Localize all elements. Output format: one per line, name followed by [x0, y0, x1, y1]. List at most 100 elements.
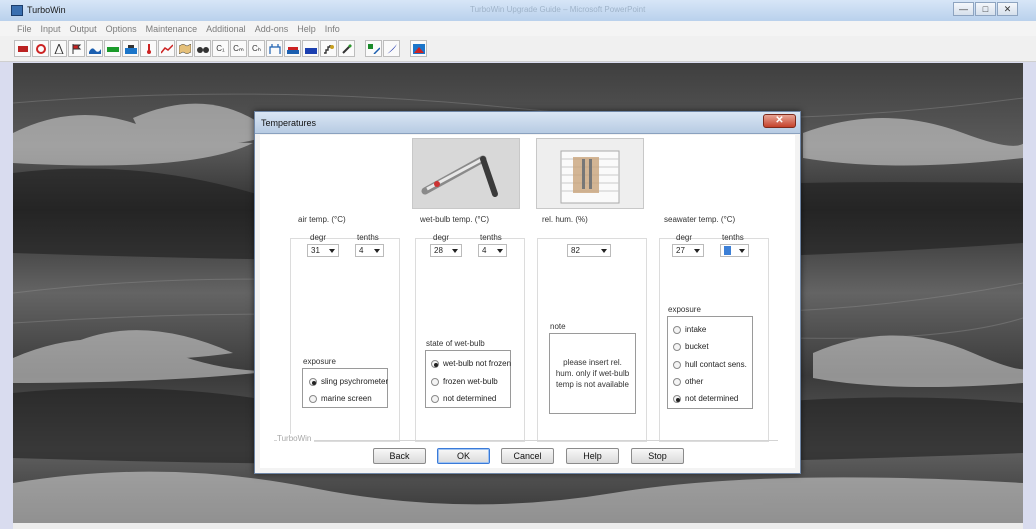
seawater-exposure-title: exposure [668, 305, 701, 314]
toolbar-ch-button[interactable]: Cₕ [248, 40, 265, 57]
group-label: TurboWin [277, 434, 315, 443]
toolbar-pen-button[interactable] [338, 40, 355, 57]
close-window-button[interactable]: ✕ [997, 2, 1018, 16]
toolbar: C₁ Cₘ Cₕ [0, 36, 1036, 62]
air-exposure-title: exposure [303, 357, 336, 366]
air-tenths-select[interactable]: 4 [355, 244, 384, 257]
radio-dot-icon [673, 325, 681, 334]
toolbar-wave-button[interactable] [86, 40, 103, 57]
toolbar-chart-button[interactable] [158, 40, 175, 57]
wetbulb-degr-select[interactable]: 28 [430, 244, 462, 257]
radio-dot-icon [673, 377, 681, 386]
chevron-down-icon [329, 249, 335, 253]
toolbar-binoculars-button[interactable] [194, 40, 211, 57]
chevron-down-icon [694, 249, 700, 253]
menu-item-add-ons[interactable]: Add-ons [255, 24, 289, 34]
dialog-titlebar: Temperatures ✕ [255, 112, 800, 134]
menu-item-additional[interactable]: Additional [206, 24, 246, 34]
radio-seawater-not-determined[interactable]: not determined [673, 394, 738, 403]
menu-item-info[interactable]: Info [325, 24, 340, 34]
chevron-down-icon [739, 249, 745, 253]
radio-dot-icon [431, 377, 439, 386]
toolbar-lifebuoy-button[interactable] [32, 40, 49, 57]
group-separator [274, 440, 778, 441]
help-button[interactable]: Help [566, 448, 619, 464]
radio-sling-psychrometer[interactable]: sling psychrometer [309, 377, 388, 386]
radio-dot-icon [431, 359, 439, 368]
radio-other[interactable]: other [673, 377, 703, 386]
radio-hull-contact-sensor[interactable]: hull contact sens. [673, 360, 747, 369]
toolbar-flow-button[interactable] [284, 40, 301, 57]
toolbar-flag-button[interactable] [68, 40, 85, 57]
air-tenths-label: tenths [357, 233, 379, 242]
radio-dot-icon [673, 394, 681, 403]
toolbar-send-button[interactable] [410, 40, 427, 57]
stop-button[interactable]: Stop [631, 448, 684, 464]
toolbar-plot-button[interactable] [365, 40, 382, 57]
turbowin-app-icon [11, 5, 23, 16]
radio-dot-icon [309, 377, 317, 386]
relhum-select[interactable]: 82 [567, 244, 611, 257]
radio-dot-icon [309, 394, 317, 403]
back-button[interactable]: Back [373, 448, 426, 464]
temperatures-dialog: Temperatures ✕ air temp. (°C) degr tenth… [254, 111, 801, 474]
toolbar-blue-bar-button[interactable] [302, 40, 319, 57]
note-text: please insert rel. hum. only if wet-bulb… [549, 333, 636, 414]
note-title: note [550, 322, 566, 331]
air-degr-label: degr [310, 233, 327, 242]
air-temp-section [290, 238, 400, 442]
menu-item-help[interactable]: Help [297, 24, 316, 34]
background-window-title: TurboWin Upgrade Guide – Microsoft Power… [470, 5, 646, 14]
wetbulb-degr-label: degr [433, 233, 450, 242]
wetbulb-tenths-select[interactable]: 4 [478, 244, 507, 257]
air-degr-select[interactable]: 31 [307, 244, 339, 257]
seawater-temp-title: seawater temp. (°C) [664, 215, 736, 224]
app-title: TurboWin [27, 5, 66, 15]
seawater-tenths-selection [724, 246, 731, 255]
menu-item-maintenance[interactable]: Maintenance [146, 24, 198, 34]
toolbar-compass-button[interactable] [50, 40, 67, 57]
seawater-degr-label: degr [676, 233, 693, 242]
dialog-title: Temperatures [261, 118, 317, 128]
toolbar-thermometer-button[interactable] [140, 40, 157, 57]
radio-dot-icon [673, 360, 681, 369]
dialog-content: air temp. (°C) degr tenths 31 4 exposure… [260, 135, 795, 468]
toolbar-sea-button[interactable] [122, 40, 139, 57]
chevron-down-icon [374, 249, 380, 253]
toolbar-signal-button[interactable] [320, 40, 337, 57]
ok-button[interactable]: OK [437, 448, 490, 464]
marine-screen-photo [536, 138, 644, 209]
sling-psychrometer-photo [412, 138, 520, 209]
toolbar-green-bar-button[interactable] [104, 40, 121, 57]
seawater-degr-select[interactable]: 27 [672, 244, 704, 257]
radio-marine-screen[interactable]: marine screen [309, 394, 372, 403]
menu-item-input[interactable]: Input [41, 24, 61, 34]
menu-item-file[interactable]: File [17, 24, 32, 34]
radio-wetbulb-not-determined[interactable]: not determined [431, 394, 496, 403]
radio-bucket[interactable]: bucket [673, 342, 709, 351]
radio-dot-icon [431, 394, 439, 403]
minimize-button[interactable]: — [953, 2, 974, 16]
radio-intake[interactable]: intake [673, 325, 706, 334]
air-temp-title: air temp. (°C) [298, 215, 346, 224]
toolbar-map-button[interactable] [176, 40, 193, 57]
wetbulb-tenths-label: tenths [480, 233, 502, 242]
menubar: File Input Output Options Maintenance Additio… [0, 21, 1036, 36]
cancel-button[interactable]: Cancel [501, 448, 554, 464]
menu-item-options[interactable]: Options [106, 24, 137, 34]
radio-frozen-wetbulb[interactable]: frozen wet-bulb [431, 377, 498, 386]
toolbar-c1-button[interactable]: C₁ [212, 40, 229, 57]
radio-wetbulb-not-frozen[interactable]: wet-bulb not frozen [431, 359, 511, 368]
chevron-down-icon [497, 249, 503, 253]
status-bar [13, 523, 1023, 529]
toolbar-station-button[interactable] [266, 40, 283, 57]
menu-item-output[interactable]: Output [70, 24, 97, 34]
chevron-down-icon [452, 249, 458, 253]
dialog-close-button[interactable]: ✕ [763, 114, 796, 128]
seawater-tenths-select[interactable] [720, 244, 749, 257]
maximize-button[interactable]: □ [975, 2, 996, 16]
toolbar-ship-button[interactable] [14, 40, 31, 57]
toolbar-cm-button[interactable]: Cₘ [230, 40, 247, 57]
app-titlebar: TurboWin TurboWin Upgrade Guide – Micros… [0, 0, 1036, 21]
toolbar-feather-button[interactable] [383, 40, 400, 57]
